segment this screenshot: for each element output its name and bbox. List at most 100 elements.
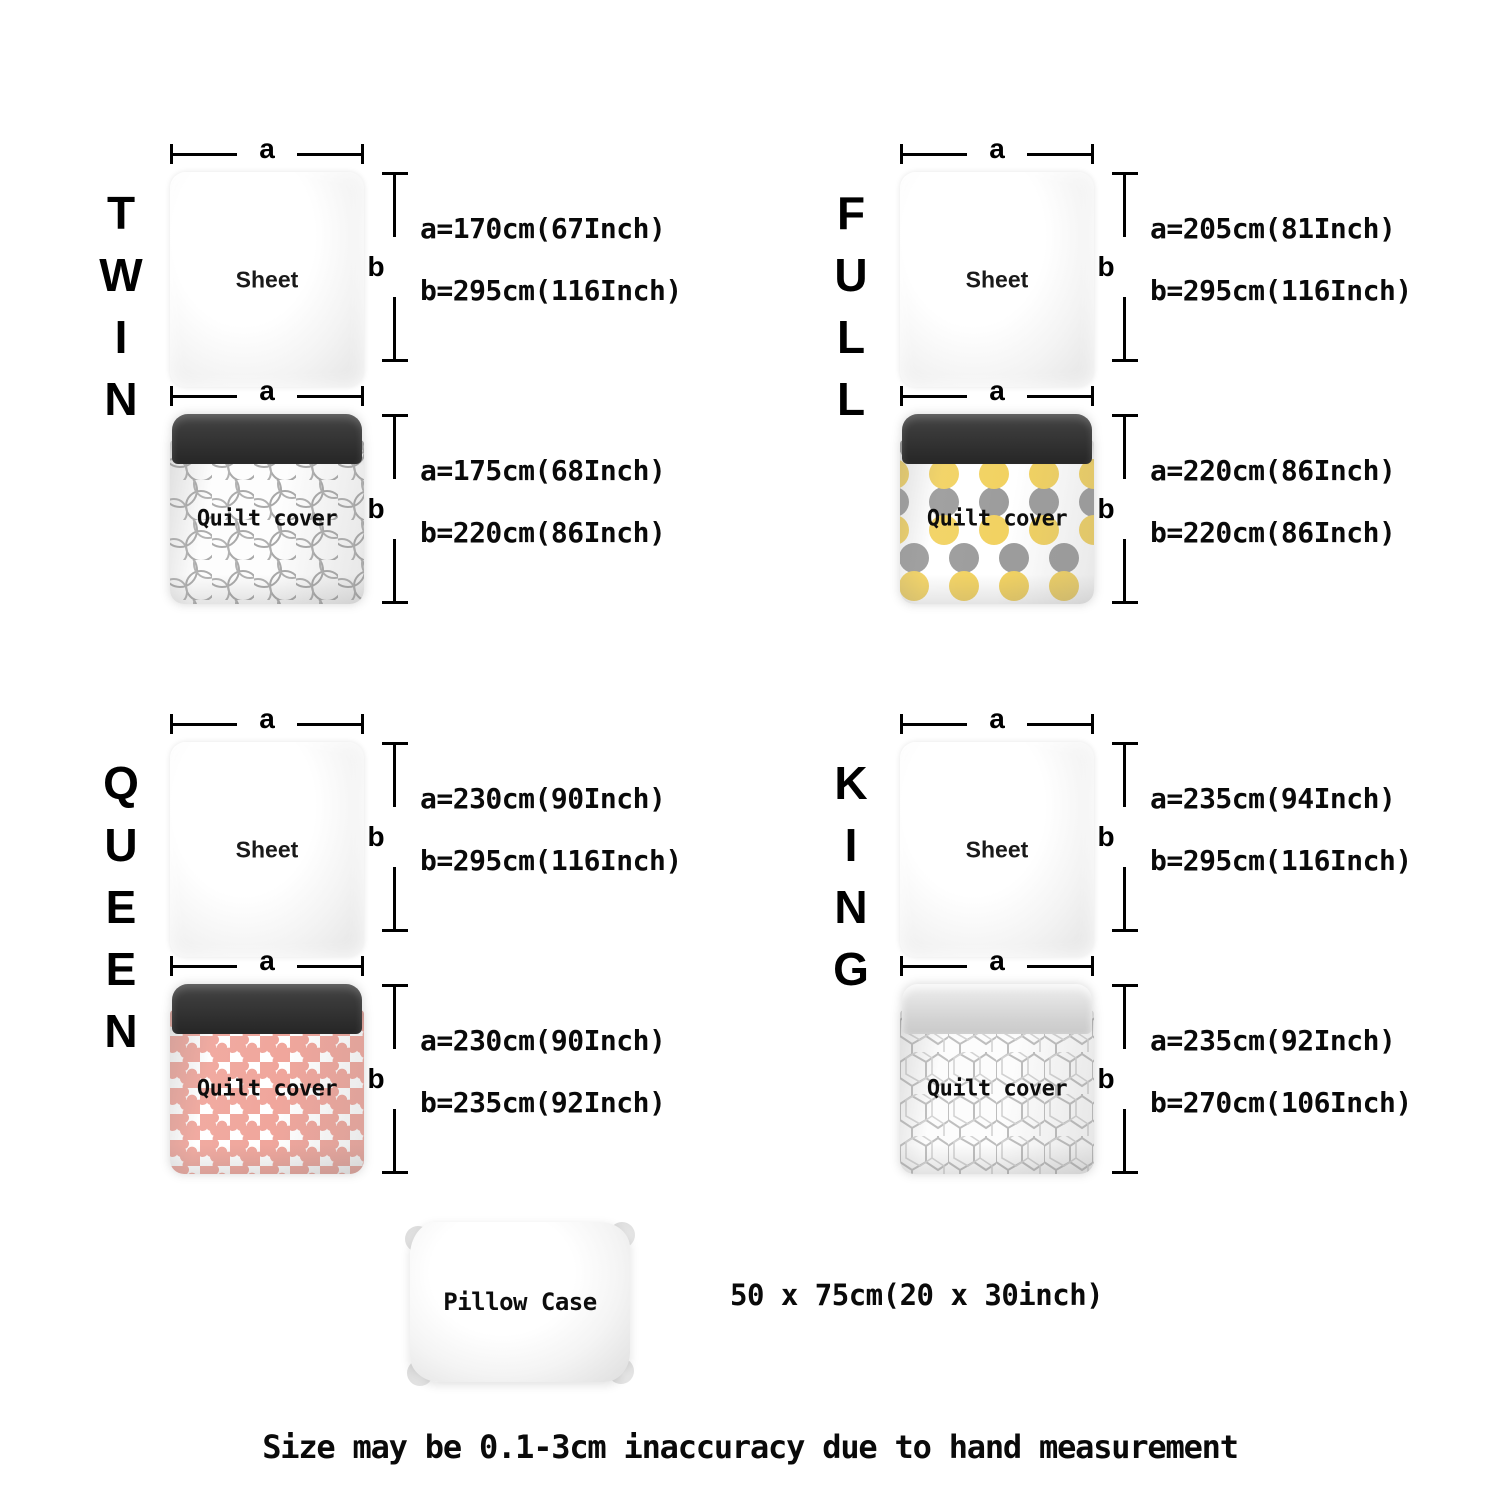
sheet-item-queen: a Sheet b a=230cm(90Inch) b=295cm(116Inc… — [170, 703, 682, 957]
dimension-a-line: a — [900, 375, 1094, 414]
dim-cap-right-icon — [1091, 956, 1094, 976]
quilt-measures: a=230cm(90Inch) b=235cm(92Inch) — [420, 1010, 780, 1134]
dimension-a-label: a — [259, 133, 275, 164]
quilt-shape-area: Quilt cover — [900, 414, 1094, 604]
sheet-shape-area: Sheet — [170, 172, 364, 387]
dim-bar-bottom-icon — [1123, 539, 1126, 601]
sheet-measures: a=170cm(67Inch) b=295cm(116Inch) — [420, 198, 780, 322]
disclaimer-text: Size may be 0.1-3cm inaccuracy due to ha… — [262, 1428, 1239, 1466]
quilt-pillow — [902, 984, 1092, 1034]
dim-bar-top-icon — [1123, 417, 1126, 479]
dim-cap-bottom-icon — [382, 359, 408, 362]
dimension-a-line: a — [900, 945, 1094, 984]
sheet-measures: a=230cm(90Inch) b=295cm(116Inch) — [420, 768, 780, 892]
size-letter: E — [105, 943, 137, 995]
sheet-item-twin: a Sheet b a=170cm(67Inch) b=295cm(116Inc… — [170, 133, 682, 387]
size-letter: U — [834, 249, 868, 301]
quilt-label: Quilt cover — [196, 506, 338, 531]
dimension-b-line: b — [1097, 172, 1138, 362]
size-letter: U — [104, 819, 138, 871]
dim-cap-bottom-icon — [1112, 929, 1138, 932]
dim-bar-top-icon — [393, 175, 396, 237]
dimension-b-line: b — [1097, 742, 1138, 932]
measure-a-text: a=220cm(86Inch) — [1150, 454, 1396, 487]
measure-b-text: b=295cm(116Inch) — [420, 844, 682, 877]
dim-bar-top-icon — [1123, 745, 1126, 807]
dimension-a-label: a — [989, 703, 1005, 734]
dim-bar-right-icon — [297, 965, 361, 968]
dimension-b-label: b — [1097, 493, 1115, 524]
sheet-measures: a=205cm(81Inch) b=295cm(116Inch) — [1150, 198, 1500, 322]
dim-bar-top-icon — [393, 987, 396, 1049]
dimension-b-line: b — [367, 742, 408, 932]
sheet-shape-area: Sheet — [900, 742, 1094, 957]
quilt-item-queen: a Quilt cover b a=230cm(90Inch) b=235cm(… — [170, 945, 666, 1190]
sheet-measures: a=235cm(94Inch) b=295cm(116Inch) — [1150, 768, 1500, 892]
measure-b-text: b=295cm(116Inch) — [1150, 844, 1412, 877]
size-letter: K — [834, 757, 868, 809]
quilt-shape-area: Quilt cover — [170, 984, 364, 1174]
sheet-label: Sheet — [965, 836, 1029, 862]
dim-bar-right-icon — [297, 395, 361, 398]
dimension-b-label: b — [367, 493, 385, 524]
dim-bar-right-icon — [1027, 965, 1091, 968]
dim-bar-bottom-icon — [1123, 1109, 1126, 1171]
dim-cap-bottom-icon — [1112, 1171, 1138, 1174]
size-letter: I — [844, 819, 858, 871]
measure-a-text: a=230cm(90Inch) — [420, 782, 666, 815]
quilt-measures: a=175cm(68Inch) b=220cm(86Inch) — [420, 440, 780, 564]
measure-a-text: a=170cm(67Inch) — [420, 212, 666, 245]
quilt-label: Quilt cover — [196, 1076, 338, 1101]
dimension-a-line: a — [170, 375, 364, 414]
dimension-a-label: a — [259, 703, 275, 734]
size-label-king: K I N G — [820, 752, 882, 1000]
quilt-item-twin: a Quilt cover b a=175cm(68Inch) b=220cm(… — [170, 375, 666, 620]
measure-b-text: b=235cm(92Inch) — [420, 1086, 666, 1119]
quilt-pillow — [902, 414, 1092, 464]
quilt-item-king: a Quilt cover b a=235cm(92Inch) b=270cm(… — [900, 945, 1412, 1190]
quilt-pillow — [172, 414, 362, 464]
size-letter: N — [104, 1005, 138, 1057]
measure-a-text: a=205cm(81Inch) — [1150, 212, 1396, 245]
size-letter: E — [105, 881, 137, 933]
dim-bar-bottom-icon — [393, 297, 396, 359]
sheet-rectangle: Sheet — [900, 172, 1094, 387]
sheet-rectangle: Sheet — [900, 742, 1094, 957]
dimension-a-line: a — [170, 133, 364, 172]
quilt-item-full: a Quilt cover b a=220cm(86Inch) b=220cm(… — [900, 375, 1396, 620]
sheet-rectangle: Sheet — [170, 742, 364, 957]
sheet-label: Sheet — [965, 266, 1029, 292]
size-letter: W — [99, 249, 143, 301]
dim-bar-right-icon — [1027, 395, 1091, 398]
sheet-item-king: a Sheet b a=235cm(94Inch) b=295cm(116Inc… — [900, 703, 1412, 957]
dim-cap-right-icon — [1091, 714, 1094, 734]
dim-bar-top-icon — [393, 417, 396, 479]
dim-bar-bottom-icon — [393, 867, 396, 929]
dim-cap-right-icon — [361, 714, 364, 734]
size-label-twin: T W I N — [90, 182, 152, 430]
dim-bar-top-icon — [1123, 987, 1126, 1049]
dimension-b-line: b — [1097, 414, 1138, 604]
dimension-b-line: b — [367, 414, 408, 604]
dimension-b-label: b — [367, 251, 385, 282]
size-letter: F — [836, 187, 866, 239]
dimension-a-line: a — [170, 703, 364, 742]
dim-cap-right-icon — [361, 144, 364, 164]
dim-bar-right-icon — [297, 723, 361, 726]
quilt-measures: a=220cm(86Inch) b=220cm(86Inch) — [1150, 440, 1500, 564]
dim-cap-bottom-icon — [1112, 601, 1138, 604]
size-label-full: F U L L — [820, 182, 882, 430]
pillowcase-measure-text: 50 x 75cm(20 x 30inch) — [730, 1278, 1104, 1312]
dimension-b-line: b — [1097, 984, 1138, 1174]
sheet-label: Sheet — [235, 266, 299, 292]
size-letter: T — [106, 187, 136, 239]
dim-cap-right-icon — [361, 956, 364, 976]
size-letter: L — [836, 373, 866, 425]
sheet-item-full: a Sheet b a=205cm(81Inch) b=295cm(116Inc… — [900, 133, 1412, 387]
dimension-b-label: b — [1097, 251, 1115, 282]
quilt-label: Quilt cover — [926, 506, 1068, 531]
dim-bar-bottom-icon — [393, 1109, 396, 1171]
measure-b-text: b=295cm(116Inch) — [420, 274, 682, 307]
dimension-b-label: b — [367, 821, 385, 852]
size-letter: Q — [103, 757, 139, 809]
